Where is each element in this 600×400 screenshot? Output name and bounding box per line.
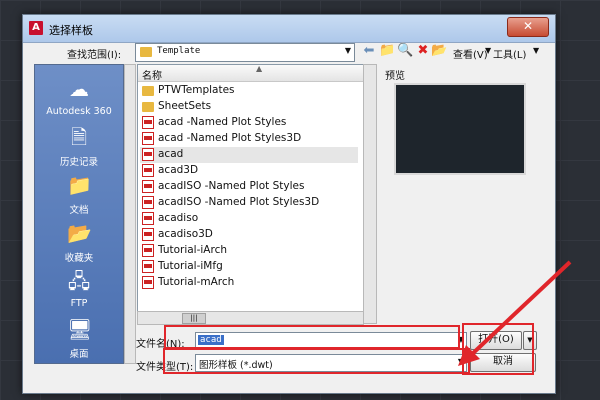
file-list-item[interactable]: acad -Named Plot Styles — [140, 115, 358, 131]
file-list-vertical-scrollbar[interactable] — [363, 64, 377, 324]
desktop-icon: 🖥 — [67, 317, 93, 341]
file-list-item[interactable]: acad3D — [140, 163, 358, 179]
file-name-text: Tutorial-iArch — [158, 244, 228, 256]
preview-label: 预览 — [385, 71, 405, 82]
file-list-item[interactable]: acad — [140, 147, 358, 163]
column-header-label: 名称 — [142, 71, 162, 82]
dwt-file-icon — [142, 212, 154, 225]
dwt-file-icon — [142, 196, 154, 209]
column-header-name[interactable]: 名称 ▲ — [138, 65, 363, 82]
dwt-file-icon — [142, 276, 154, 289]
file-name-text: acad -Named Plot Styles3D — [158, 132, 302, 144]
dwt-file-icon — [142, 244, 154, 257]
file-list-item[interactable]: PTWTemplates — [140, 83, 358, 99]
title-bar[interactable]: A 选择样板 ✕ — [23, 15, 555, 43]
favorites-icon: 📂 — [67, 221, 92, 245]
cloud-icon: ☁ — [69, 77, 89, 101]
folder-icon — [140, 47, 152, 57]
file-name-text: Tutorial-iMfg — [158, 260, 223, 272]
folder-icon — [142, 86, 154, 96]
dwt-file-icon — [142, 260, 154, 273]
ftp-icon: 🖧 — [67, 269, 91, 293]
file-name-text: acadISO -Named Plot Styles3D — [158, 196, 320, 208]
tools-menu[interactable]: 工具(L) — [493, 46, 526, 61]
place-label: FTP — [70, 298, 88, 309]
dwt-file-icon — [142, 228, 154, 241]
file-list-item[interactable]: acad -Named Plot Styles3D — [140, 131, 358, 147]
file-name-text: PTWTemplates — [158, 84, 235, 96]
file-list-item[interactable]: Tutorial-mArch — [140, 275, 358, 291]
preview-image — [394, 83, 526, 175]
scroll-thumb[interactable]: ||| — [182, 313, 206, 324]
place-desktop[interactable]: 🖥 桌面 — [35, 309, 123, 363]
new-folder-icon[interactable]: 📂 — [431, 43, 447, 59]
autocad-logo-icon: A — [29, 21, 43, 35]
file-list-item[interactable]: acadiso — [140, 211, 358, 227]
search-web-icon[interactable]: 🔍 — [397, 43, 413, 59]
chevron-down-icon[interactable]: ▼ — [345, 46, 351, 55]
file-name-text: acad — [158, 148, 184, 160]
file-list-item[interactable]: acadISO -Named Plot Styles3D — [140, 195, 358, 211]
file-list-item[interactable]: acadiso3D — [140, 227, 358, 243]
look-in-value: Template — [157, 46, 201, 56]
window-title: 选择样板 — [49, 24, 93, 37]
file-list-item[interactable]: SheetSets — [140, 99, 358, 115]
dwt-file-icon — [142, 148, 154, 161]
back-arrow-icon[interactable]: ⬅ — [361, 43, 377, 59]
file-name-text: acadISO -Named Plot Styles — [158, 180, 305, 192]
history-icon: 🗎 — [70, 125, 88, 149]
filetype-highlight-box — [163, 348, 470, 374]
file-name-text: SheetSets — [158, 100, 212, 112]
up-folder-icon[interactable]: 📁 — [379, 43, 395, 59]
places-scrollbar[interactable] — [124, 64, 136, 364]
place-label: Autodesk 360 — [46, 106, 112, 117]
dwt-file-icon — [142, 132, 154, 145]
file-list-item[interactable]: acadISO -Named Plot Styles — [140, 179, 358, 195]
buttons-highlight-box — [462, 323, 534, 375]
file-list-item[interactable]: Tutorial-iArch — [140, 243, 358, 259]
view-menu-arrow-icon[interactable]: ▼ — [485, 46, 491, 55]
documents-icon: 📁 — [67, 173, 92, 197]
file-name-text: acad -Named Plot Styles — [158, 116, 287, 128]
dwt-file-icon — [142, 164, 154, 177]
sort-ascending-icon: ▲ — [256, 64, 263, 73]
file-list[interactable]: 名称 ▲ PTWTemplates SheetSets acad -Named Pl… — [137, 64, 364, 313]
dwt-file-icon — [142, 180, 154, 193]
file-name-text: acadiso — [158, 212, 199, 224]
file-name-text: acad3D — [158, 164, 199, 176]
dwt-file-icon — [142, 116, 154, 129]
look-in-label: 查找范围(I): — [67, 50, 122, 61]
delete-icon[interactable]: ✖ — [415, 43, 431, 59]
close-button[interactable]: ✕ — [507, 17, 549, 37]
file-name-text: Tutorial-mArch — [158, 276, 235, 288]
folder-icon — [142, 102, 154, 112]
file-list-item[interactable]: Tutorial-iMfg — [140, 259, 358, 275]
view-menu[interactable]: 查看(V) — [453, 46, 488, 61]
file-name-text: acadiso3D — [158, 228, 213, 240]
place-label: 桌面 — [69, 349, 89, 360]
look-in-dropdown[interactable]: Template ▼ — [135, 43, 355, 62]
filename-highlight-box — [164, 325, 460, 349]
tools-menu-arrow-icon[interactable]: ▼ — [533, 46, 539, 55]
places-bar: ☁ Autodesk 360 🗎 历史记录 📁 文档 📂 收藏夹 🖧 FTP 🖥… — [34, 64, 124, 364]
file-list-horizontal-scrollbar[interactable]: ||| — [137, 311, 364, 325]
